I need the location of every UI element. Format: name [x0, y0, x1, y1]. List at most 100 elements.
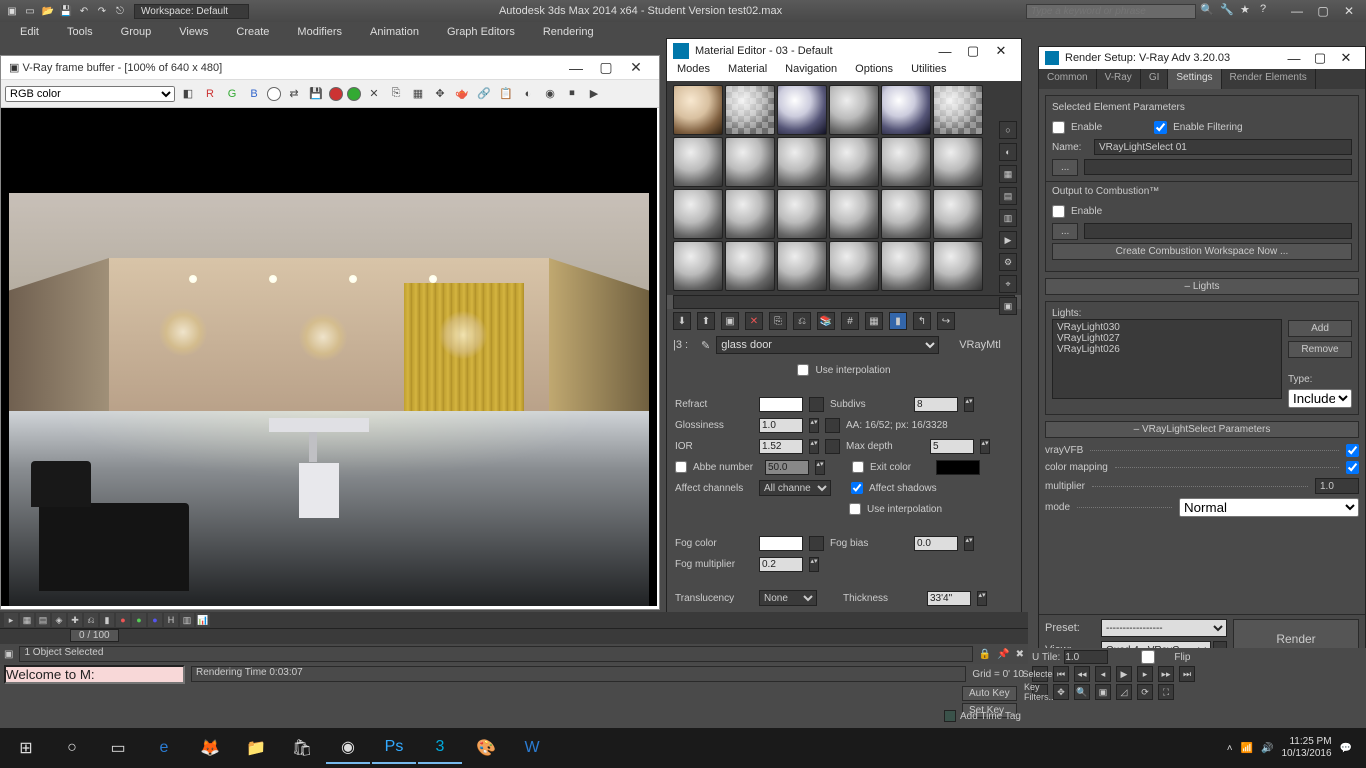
- time-ruler[interactable]: 0 / 100: [0, 628, 1028, 644]
- prev-frame-icon[interactable]: ◂: [1095, 666, 1111, 682]
- rs-maximize[interactable]: ▢: [1307, 50, 1333, 66]
- refract-color[interactable]: [759, 397, 803, 412]
- menu-group[interactable]: Group: [121, 26, 152, 38]
- zoom-ext-icon[interactable]: ▣: [1095, 684, 1111, 700]
- fogbias-input[interactable]: [914, 536, 958, 551]
- maximize-vp-icon[interactable]: ⛶: [1158, 684, 1174, 700]
- mat-close[interactable]: ✕: [987, 43, 1015, 59]
- subdivs-input[interactable]: [914, 397, 958, 412]
- help-search-input[interactable]: [1026, 4, 1196, 19]
- new-icon[interactable]: ▭: [22, 3, 38, 19]
- background-icon[interactable]: ▦: [999, 165, 1017, 183]
- maxdepth-input[interactable]: [930, 439, 974, 454]
- select-by-mat-icon[interactable]: ⌖: [999, 275, 1017, 293]
- assign-icon[interactable]: ▣: [721, 312, 739, 330]
- tab-common[interactable]: Common: [1039, 69, 1097, 89]
- mat-type-button[interactable]: VRayMtl: [945, 339, 1015, 351]
- abbe-input[interactable]: [765, 460, 809, 475]
- help-icon[interactable]: ?: [1260, 3, 1276, 19]
- flip-cb[interactable]: [1126, 650, 1170, 664]
- mat-slot[interactable]: [673, 241, 723, 291]
- menu-grapheditors[interactable]: Graph Editors: [447, 26, 515, 38]
- explorer-icon[interactable]: 📁: [234, 732, 278, 764]
- link-icon[interactable]: 🔗: [475, 85, 493, 103]
- mat-slot[interactable]: [881, 189, 931, 239]
- exit-color[interactable]: [936, 460, 980, 475]
- blue-channel[interactable]: B: [245, 85, 263, 103]
- orbit-icon[interactable]: ⟳: [1137, 684, 1153, 700]
- refract-map[interactable]: [809, 397, 824, 412]
- lens-icon[interactable]: ◉: [541, 85, 559, 103]
- mat-menu-options[interactable]: Options: [855, 63, 893, 81]
- tray-up-icon[interactable]: ˄: [1227, 743, 1233, 754]
- mat-titlebar[interactable]: Material Editor - 03 - Default — ▢ ✕: [667, 39, 1021, 63]
- thickness-input[interactable]: [927, 591, 971, 606]
- remove-light-button[interactable]: Remove: [1288, 341, 1352, 358]
- mat-slot[interactable]: [933, 137, 983, 187]
- open-icon[interactable]: 📂: [40, 3, 56, 19]
- combustion-path[interactable]: [1084, 223, 1352, 239]
- zoom-icon[interactable]: 🔍: [1074, 684, 1090, 700]
- backlight-icon[interactable]: ◐: [999, 143, 1017, 161]
- menu-edit[interactable]: Edit: [20, 26, 39, 38]
- clamp-green-icon[interactable]: [347, 87, 361, 101]
- type-select[interactable]: Include: [1288, 389, 1352, 408]
- menu-views[interactable]: Views: [179, 26, 208, 38]
- vfb-close[interactable]: ✕: [621, 59, 651, 76]
- abbe-cb[interactable]: [675, 461, 687, 473]
- wifi-icon[interactable]: 📶: [1241, 743, 1253, 754]
- put-to-lib-icon[interactable]: 📚: [817, 312, 835, 330]
- exit-cb[interactable]: [852, 461, 864, 473]
- mat-menu-utilities[interactable]: Utilities: [911, 63, 946, 81]
- redo-icon[interactable]: ↷: [94, 3, 110, 19]
- menu-modifiers[interactable]: Modifiers: [297, 26, 342, 38]
- tab-settings[interactable]: Settings: [1168, 69, 1221, 89]
- show-end-icon[interactable]: ▮: [889, 312, 907, 330]
- coord-x-icon[interactable]: ✖: [1016, 649, 1024, 660]
- star-icon[interactable]: ★: [1240, 3, 1256, 19]
- mat-maximize[interactable]: ▢: [959, 43, 987, 59]
- enable-cb[interactable]: [1052, 121, 1065, 134]
- affect-shadows-cb[interactable]: [851, 482, 863, 494]
- vfb-minimize[interactable]: —: [561, 60, 591, 76]
- switch-icon[interactable]: ⇄: [285, 85, 303, 103]
- keymode-icon[interactable]: ▸: [4, 613, 18, 627]
- mode-select[interactable]: Normal: [1179, 498, 1359, 517]
- color-correct-icon[interactable]: ◐: [519, 85, 537, 103]
- link-icon[interactable]: ⎋: [112, 3, 128, 19]
- show-in-vp-icon[interactable]: ▦: [865, 312, 883, 330]
- next-key-icon[interactable]: ▸▸: [1158, 666, 1174, 682]
- mat-id-icon[interactable]: #: [841, 312, 859, 330]
- play-icon[interactable]: ▶: [585, 85, 603, 103]
- mat-slot[interactable]: [725, 137, 775, 187]
- region-icon[interactable]: ▦: [409, 85, 427, 103]
- enable-filter-cb[interactable]: [1154, 121, 1167, 134]
- sample-type-icon[interactable]: ○: [999, 121, 1017, 139]
- vfb-channel-select[interactable]: RGB color: [5, 86, 175, 102]
- mat-slot[interactable]: [829, 137, 879, 187]
- use-interp-cb2[interactable]: [849, 503, 861, 515]
- fog-color[interactable]: [759, 536, 803, 551]
- lights-rollout[interactable]: – Lights: [1045, 278, 1359, 295]
- mat-slot[interactable]: [933, 189, 983, 239]
- mat-menu-modes[interactable]: Modes: [677, 63, 710, 81]
- mat-slot[interactable]: [725, 189, 775, 239]
- create-combustion-ws[interactable]: Create Combustion Workspace Now ...: [1052, 243, 1352, 260]
- rgb-icon[interactable]: ◧: [179, 85, 197, 103]
- fov-icon[interactable]: ◿: [1116, 684, 1132, 700]
- green-channel[interactable]: G: [223, 85, 241, 103]
- notifications-icon[interactable]: 💬: [1340, 743, 1352, 754]
- spinner[interactable]: ▴▾: [964, 397, 974, 412]
- maximize-button[interactable]: ▢: [1310, 1, 1336, 21]
- selected-combo[interactable]: Selected: [1032, 666, 1048, 682]
- lock-icon[interactable]: 🔒: [979, 649, 991, 660]
- workspace-dropdown[interactable]: Workspace: Default: [134, 4, 249, 19]
- mat-slot[interactable]: [881, 85, 931, 135]
- cortana-icon[interactable]: ○: [50, 732, 94, 764]
- matlib-icon[interactable]: ▣: [999, 297, 1017, 315]
- rs-minimize[interactable]: —: [1281, 51, 1307, 66]
- save-icon[interactable]: 💾: [58, 3, 74, 19]
- translucency-select[interactable]: None: [759, 590, 817, 606]
- clear-icon[interactable]: ✕: [365, 85, 383, 103]
- goto-start-icon[interactable]: ⏮: [1053, 666, 1069, 682]
